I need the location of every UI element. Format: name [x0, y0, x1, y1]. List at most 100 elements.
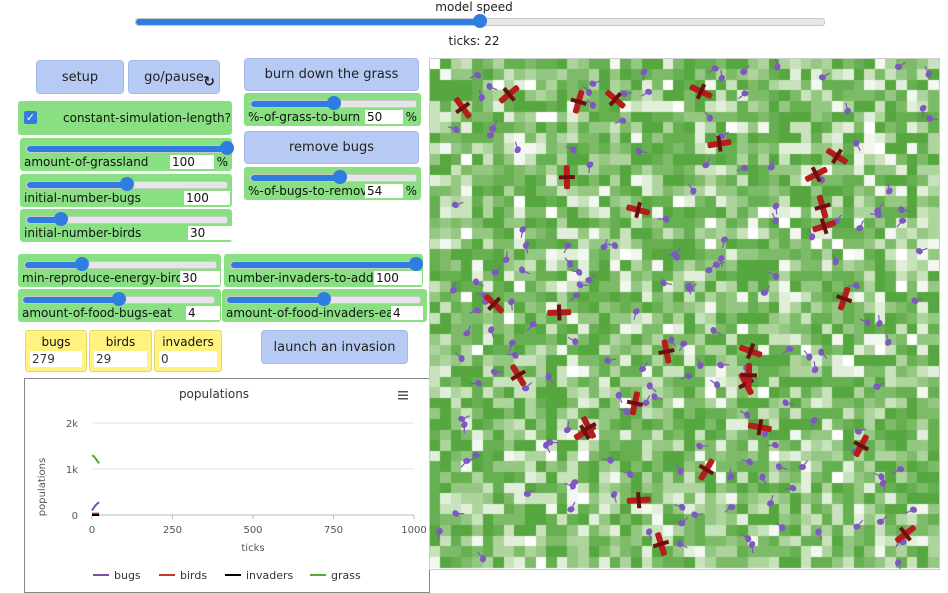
bird-icon	[812, 193, 834, 220]
slider-unit: %	[217, 155, 228, 169]
bug-icon	[873, 204, 884, 215]
bug-icon	[922, 67, 934, 79]
bird-icon	[693, 455, 719, 484]
bug-icon	[704, 112, 714, 122]
slider-label: amount-of-food-invaders-eat	[226, 306, 398, 320]
bug-icon	[738, 90, 748, 100]
y-tick-label: 0	[72, 511, 78, 522]
slider-min-reproduce-energy-birds[interactable]: min-reproduce-energy-birds 30	[18, 254, 221, 287]
bug-icon	[854, 221, 866, 233]
go-pause-button[interactable]: go/pause ↻	[128, 60, 220, 94]
bug-icon	[910, 294, 923, 307]
bug-icon	[677, 340, 688, 351]
hamburger-menu-icon[interactable]	[398, 391, 408, 400]
bug-icon	[769, 270, 780, 281]
bug-icon	[897, 203, 910, 216]
bug-icon	[770, 201, 783, 214]
slider-amount-of-food-bugs-eat[interactable]: amount-of-food-bugs-eat 4	[18, 289, 221, 322]
bug-icon	[781, 397, 794, 410]
bug-icon	[469, 305, 481, 317]
bug-icon	[520, 241, 533, 254]
monitor-value: 0	[159, 351, 217, 367]
bug-icon	[893, 465, 905, 476]
bug-icon	[775, 461, 787, 474]
x-tick-label: 750	[324, 525, 343, 536]
bug-icon	[915, 244, 928, 256]
bug-icon	[808, 361, 821, 374]
x-tick-label: 1000	[401, 525, 426, 536]
bug-icon	[619, 87, 632, 100]
bug-icon	[570, 292, 580, 302]
slider-amount-of-grassland[interactable]: amount-of-grassland 100 %	[20, 138, 232, 171]
bug-icon	[695, 439, 708, 452]
bird-icon	[747, 417, 773, 437]
monitor-bugs: bugs 279	[25, 330, 87, 372]
bug-icon	[708, 64, 719, 75]
bird-icon	[449, 93, 476, 122]
bug-icon	[710, 325, 722, 337]
burn-grass-button[interactable]: burn down the grass	[244, 58, 419, 91]
bug-icon	[724, 469, 737, 482]
bug-icon	[715, 70, 728, 83]
bug-icon	[813, 527, 825, 539]
launch-invasion-button[interactable]: launch an invasion	[261, 330, 408, 364]
constant-simulation-length-switch[interactable]: ✓ constant-simulation-length?	[18, 101, 232, 135]
slider-initial-number-birds[interactable]: initial-number-birds 30	[20, 209, 232, 242]
legend-label-bugs[interactable]: bugs	[114, 569, 141, 582]
remove-bugs-button[interactable]: remove bugs	[244, 131, 419, 164]
checkbox-checked-icon[interactable]: ✓	[24, 111, 37, 124]
bug-icon	[718, 235, 731, 248]
world-view[interactable]	[429, 58, 940, 570]
bug-icon	[485, 81, 497, 93]
bug-icon	[829, 254, 841, 267]
bug-icon	[765, 159, 778, 172]
bug-icon	[678, 517, 688, 526]
slider-initial-number-bugs[interactable]: initial-number-bugs 100	[20, 174, 232, 207]
bug-icon	[461, 326, 473, 338]
bird-icon	[706, 134, 732, 154]
slider-value: 100	[184, 191, 230, 205]
bug-icon	[882, 183, 895, 196]
bird-icon	[547, 304, 572, 321]
bug-icon	[872, 315, 885, 328]
bug-icon	[587, 99, 596, 109]
monitor-invaders: invaders 0	[154, 330, 222, 372]
legend-label-birds[interactable]: birds	[180, 569, 207, 582]
slider-label: amount-of-food-bugs-eat	[22, 306, 172, 320]
bird-icon	[625, 199, 652, 220]
setup-button[interactable]: setup	[36, 60, 124, 94]
slider-amount-of-food-invaders-eat[interactable]: amount-of-food-invaders-eat 4	[222, 289, 427, 322]
bug-icon	[877, 478, 890, 491]
bug-icon	[518, 265, 529, 277]
bug-icon	[583, 160, 596, 173]
bug-icon	[647, 382, 656, 392]
monitor-label: birds	[90, 335, 151, 349]
bug-icon	[614, 391, 626, 403]
bug-icon	[500, 251, 513, 264]
bug-icon	[737, 163, 750, 175]
bug-icon	[659, 276, 672, 289]
bug-icon	[527, 321, 537, 330]
model-speed-slider[interactable]	[135, 18, 825, 26]
slider-percent-grass-to-burn[interactable]: %-of-grass-to-burn 50 %	[244, 93, 421, 126]
legend-label-grass[interactable]: grass	[331, 569, 361, 582]
bug-icon	[583, 86, 592, 96]
bug-icon	[571, 266, 584, 279]
bug-icon	[906, 505, 918, 517]
bug-icon	[848, 279, 861, 292]
y-axis-label: populations	[37, 458, 48, 516]
bug-icon	[894, 60, 905, 71]
bird-icon	[802, 162, 831, 187]
bird-icon	[559, 165, 575, 189]
bird-icon	[650, 530, 672, 558]
bug-icon	[681, 371, 694, 383]
bug-icon	[758, 473, 770, 485]
bird-icon	[823, 143, 852, 169]
slider-value: 50	[365, 110, 403, 124]
legend-label-invaders[interactable]: invaders	[246, 569, 294, 582]
slider-number-invaders-to-add[interactable]: number-invaders-to-add 100	[224, 254, 423, 287]
remove-button-label: remove bugs	[289, 140, 374, 155]
slider-percent-bugs-to-remove[interactable]: %-of-bugs-to-remove 54 %	[244, 167, 421, 200]
go-button-label: go/pause	[144, 70, 204, 85]
bird-icon	[687, 79, 716, 104]
